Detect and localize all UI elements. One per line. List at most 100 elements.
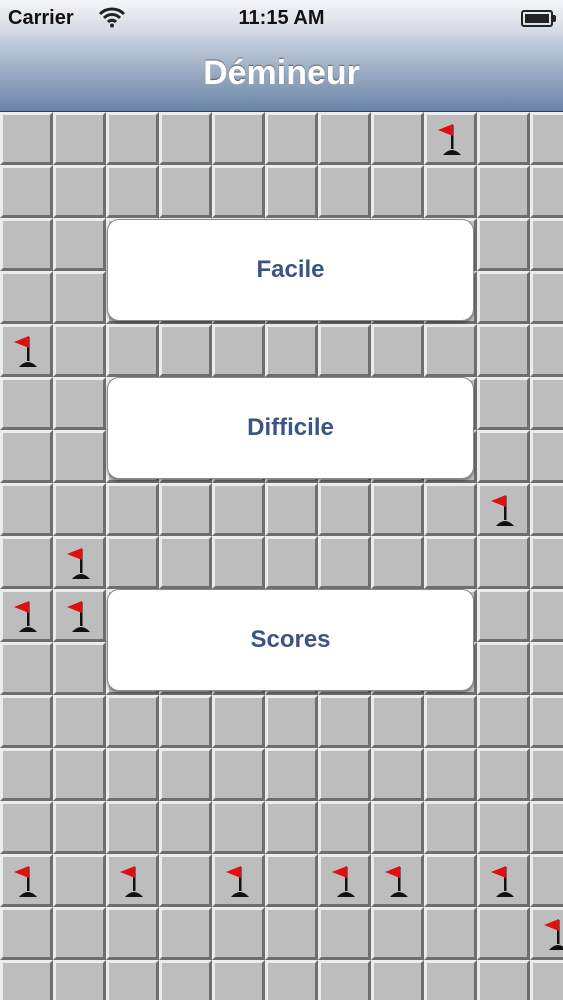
board-tile [265,112,318,165]
board-tile [159,695,212,748]
board-tile [265,854,318,907]
board-tile [159,960,212,1000]
flag-icon [14,336,37,367]
board-tile [477,642,530,695]
board-tile [0,430,53,483]
board-tile [212,112,265,165]
board-tile [318,695,371,748]
flag-icon [385,866,408,897]
board-tile [530,483,563,536]
board-tile [530,589,563,642]
board-tile [212,165,265,218]
hard-button-label: Difficile [247,414,334,441]
board-tile [212,695,265,748]
board-tile [477,324,530,377]
board-tile [106,695,159,748]
board-tile [530,801,563,854]
easy-button-label: Facile [256,256,325,283]
board-tile [106,165,159,218]
board-tile [0,165,53,218]
board-tile [424,536,477,589]
board-tile [0,218,53,271]
board-tile [477,748,530,801]
board-tile [106,960,159,1000]
board-tile [53,377,106,430]
board-tile [371,536,424,589]
board-tile [318,112,371,165]
flag-icon [14,866,37,897]
board-tile [53,801,106,854]
board-tile [477,854,530,907]
board-tile [424,748,477,801]
board-tile [424,324,477,377]
easy-button[interactable]: Facile [107,219,474,321]
board-tile [212,748,265,801]
board-tile [265,165,318,218]
flag-icon [491,866,514,897]
board-tile [371,324,424,377]
board-tile [530,642,563,695]
board-tile [53,695,106,748]
board-tile [106,536,159,589]
status-bar: Carrier 11:15 AM [0,0,563,36]
board-tile [53,430,106,483]
board-tile [371,165,424,218]
board-tile [0,483,53,536]
board-tile [106,907,159,960]
board-tile [159,536,212,589]
board-tile [212,324,265,377]
board-tile [106,801,159,854]
board-tile [0,695,53,748]
board-tile [159,112,212,165]
board-tile [477,430,530,483]
board-tile [477,271,530,324]
board-tile [530,536,563,589]
board-tile [212,907,265,960]
board-tile [0,907,53,960]
flag-icon [332,866,355,897]
board-tile [318,165,371,218]
board-tile [265,536,318,589]
board-tile [371,907,424,960]
board-tile [53,271,106,324]
board-tile [530,430,563,483]
board-tile [318,483,371,536]
flag-icon [14,601,37,632]
scores-button-label: Scores [250,626,331,653]
board-tile [0,112,53,165]
board-tile [265,324,318,377]
board-tile [106,748,159,801]
board-tile [477,483,530,536]
page-title: Démineur [203,54,360,92]
board-tile [530,324,563,377]
board-tile [106,483,159,536]
board-tile [0,801,53,854]
board-tile [159,854,212,907]
flag-icon [491,495,514,526]
board-tile [159,907,212,960]
board-tile [0,377,53,430]
scores-button[interactable]: Scores [107,589,474,691]
battery-icon [521,10,556,27]
board-tile [371,483,424,536]
board-tile [371,801,424,854]
board-tile [53,642,106,695]
board-tile [530,218,563,271]
board-tile [424,801,477,854]
board-tile [53,324,106,377]
board-tile [530,377,563,430]
board-tile [424,695,477,748]
board-tile [53,907,106,960]
board-tile [424,165,477,218]
board-tile [53,748,106,801]
hard-button[interactable]: Difficile [107,377,474,479]
board-tile [106,854,159,907]
board-tile [212,960,265,1000]
board-tile [530,748,563,801]
board-tile [530,112,563,165]
board-tile [159,483,212,536]
board-tile [159,165,212,218]
board-tile [212,854,265,907]
board-tile [318,854,371,907]
flag-icon [226,866,249,897]
